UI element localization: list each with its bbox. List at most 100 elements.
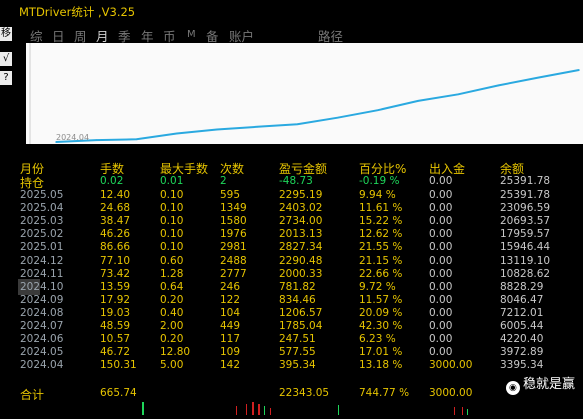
row-count: 1976 [220, 228, 247, 241]
table-row: 2024.10 13.59 0.64 246 781.82 9.72 % 0.00 8828.… [14, 278, 583, 295]
row-count: 246 [220, 280, 241, 293]
table-row: 2025.04 24.68 0.10 1349 2403.02 11.61 % 0.00 23… [14, 202, 583, 215]
row-flow: 0.00 [429, 320, 453, 332]
tab-m[interactable]: M [187, 29, 196, 40]
row-month: 2024.12 [20, 254, 64, 267]
row-lots: 38.47 [100, 215, 131, 228]
move-button[interactable]: 移 [0, 27, 12, 41]
balance-point [578, 69, 580, 71]
row-percent: 42.30 % [359, 320, 403, 332]
row-percent: 11.57 % [359, 293, 403, 306]
watermark: ◉ 稳就是赢 [501, 371, 579, 397]
holding-percent: -0.19 % [359, 175, 400, 187]
holding-count: 2 [220, 175, 227, 187]
row-pnl: 577.55 [279, 346, 316, 359]
x-tick-label: 2024.04 [56, 133, 89, 142]
row-pnl: 2295.19 [279, 189, 323, 201]
row-count: 104 [220, 306, 241, 319]
row-pnl: 2013.13 [279, 228, 323, 241]
balance-point [417, 100, 419, 102]
row-percent: 9.94 % [359, 189, 396, 201]
table-row: 2024.12 77.10 0.60 2488 2290.48 21.15 % 0.00 13… [14, 255, 583, 268]
watermark-text: 稳就是赢 [522, 377, 575, 392]
balance-point [377, 109, 379, 111]
row-max-lots: 0.10 [160, 189, 184, 201]
row-month: 2024.07 [20, 320, 64, 332]
balance-point [175, 132, 178, 135]
row-month: 2025.04 [20, 202, 64, 215]
row-balance: 10828.62 [500, 267, 551, 280]
row-percent: 9.72 % [359, 280, 396, 293]
row-balance: 13119.10 [500, 254, 551, 267]
balance-point [497, 84, 500, 87]
row-flow: 0.00 [429, 267, 453, 280]
row-month: 2024.05 [20, 346, 64, 359]
balance-chart-svg: 2024.04 [29, 43, 580, 144]
row-max-lots: 0.10 [160, 241, 184, 254]
balance-line [55, 69, 580, 143]
row-max-lots: 12.80 [160, 346, 191, 359]
row-flow: 0.00 [429, 254, 453, 267]
holding-flow: 0.00 [429, 175, 453, 187]
row-percent: 11.61 % [359, 202, 403, 215]
row-balance: 3972.89 [500, 346, 544, 359]
row-flow: 0.00 [429, 333, 453, 346]
row-pnl: 834.46 [279, 293, 316, 306]
row-percent: 20.09 % [359, 306, 403, 319]
row-balance: 4220.40 [500, 333, 544, 346]
row-max-lots: 0.10 [160, 228, 184, 241]
row-count: 2981 [220, 241, 247, 254]
row-max-lots: 0.20 [160, 293, 184, 306]
balance-point [336, 116, 339, 119]
row-count: 142 [220, 359, 241, 372]
row-percent: 15.22 % [359, 215, 403, 228]
row-month: 2025.03 [20, 215, 64, 228]
total-pnl: 22343.05 [279, 387, 330, 399]
balance-point [457, 93, 460, 96]
row-lots: 46.26 [100, 228, 131, 241]
holding-balance: 25391.78 [500, 175, 551, 187]
row-max-lots: 0.20 [160, 333, 184, 346]
bottom-candles-strip [14, 400, 583, 415]
row-month: 2025.01 [20, 241, 64, 254]
row-balance: 7212.01 [500, 306, 544, 319]
table-row: 2025.01 86.66 0.10 2981 2827.34 21.55 % 0.00 15… [14, 241, 583, 254]
row-percent: 13.18 % [359, 359, 403, 372]
holding-pnl: -48.73 [279, 175, 313, 187]
row-percent: 12.62 % [359, 228, 403, 241]
row-count: 2777 [220, 267, 247, 280]
window-title: MTDriver统计 ,V3.25 [19, 5, 136, 19]
left-toolbar: 移 √ ? [0, 0, 15, 413]
row-count: 1580 [220, 215, 247, 228]
row-max-lots: 0.60 [160, 254, 184, 267]
row-lots: 10.57 [100, 333, 131, 346]
row-flow: 0.00 [429, 306, 453, 319]
row-pnl: 2403.02 [279, 202, 323, 215]
help-button[interactable]: ? [0, 71, 12, 85]
total-row: 合计 665.74 22343.05 744.77 % 3000.00 [14, 387, 583, 402]
row-count: 1349 [220, 202, 247, 215]
row-max-lots: 0.10 [160, 202, 184, 215]
row-balance: 25391.78 [500, 189, 551, 201]
stats-panel: MTDriver统计 ,V3.25 综 日 周 月 季 年 币 M 备 账户 路… [14, 0, 583, 402]
row-balance: 23096.59 [500, 202, 551, 215]
table-row: 2024.05 46.72 12.80 109 577.55 17.01 % 0.00 397… [14, 346, 583, 359]
wechat-icon: ◉ [505, 381, 520, 395]
row-count: 122 [220, 293, 241, 306]
row-balance: 8828.29 [500, 280, 544, 293]
balance-point [95, 139, 97, 141]
row-count: 109 [220, 346, 241, 359]
balance-point [216, 128, 218, 131]
table-row: 2024.06 10.57 0.20 117 247.51 6.23 % 0.00 4220.… [14, 333, 583, 346]
row-lots: 17.92 [100, 293, 131, 306]
row-max-lots: 0.40 [160, 306, 184, 319]
row-max-lots: 0.64 [160, 280, 184, 293]
row-flow: 0.00 [429, 293, 453, 306]
row-month: 2024.10 [20, 280, 64, 293]
row-lots: 86.66 [100, 241, 131, 254]
row-percent: 6.23 % [359, 333, 396, 346]
row-count: 595 [220, 189, 241, 201]
row-month: 2024.09 [20, 293, 64, 306]
check-button[interactable]: √ [0, 52, 12, 66]
row-month: 2025.02 [20, 228, 64, 241]
